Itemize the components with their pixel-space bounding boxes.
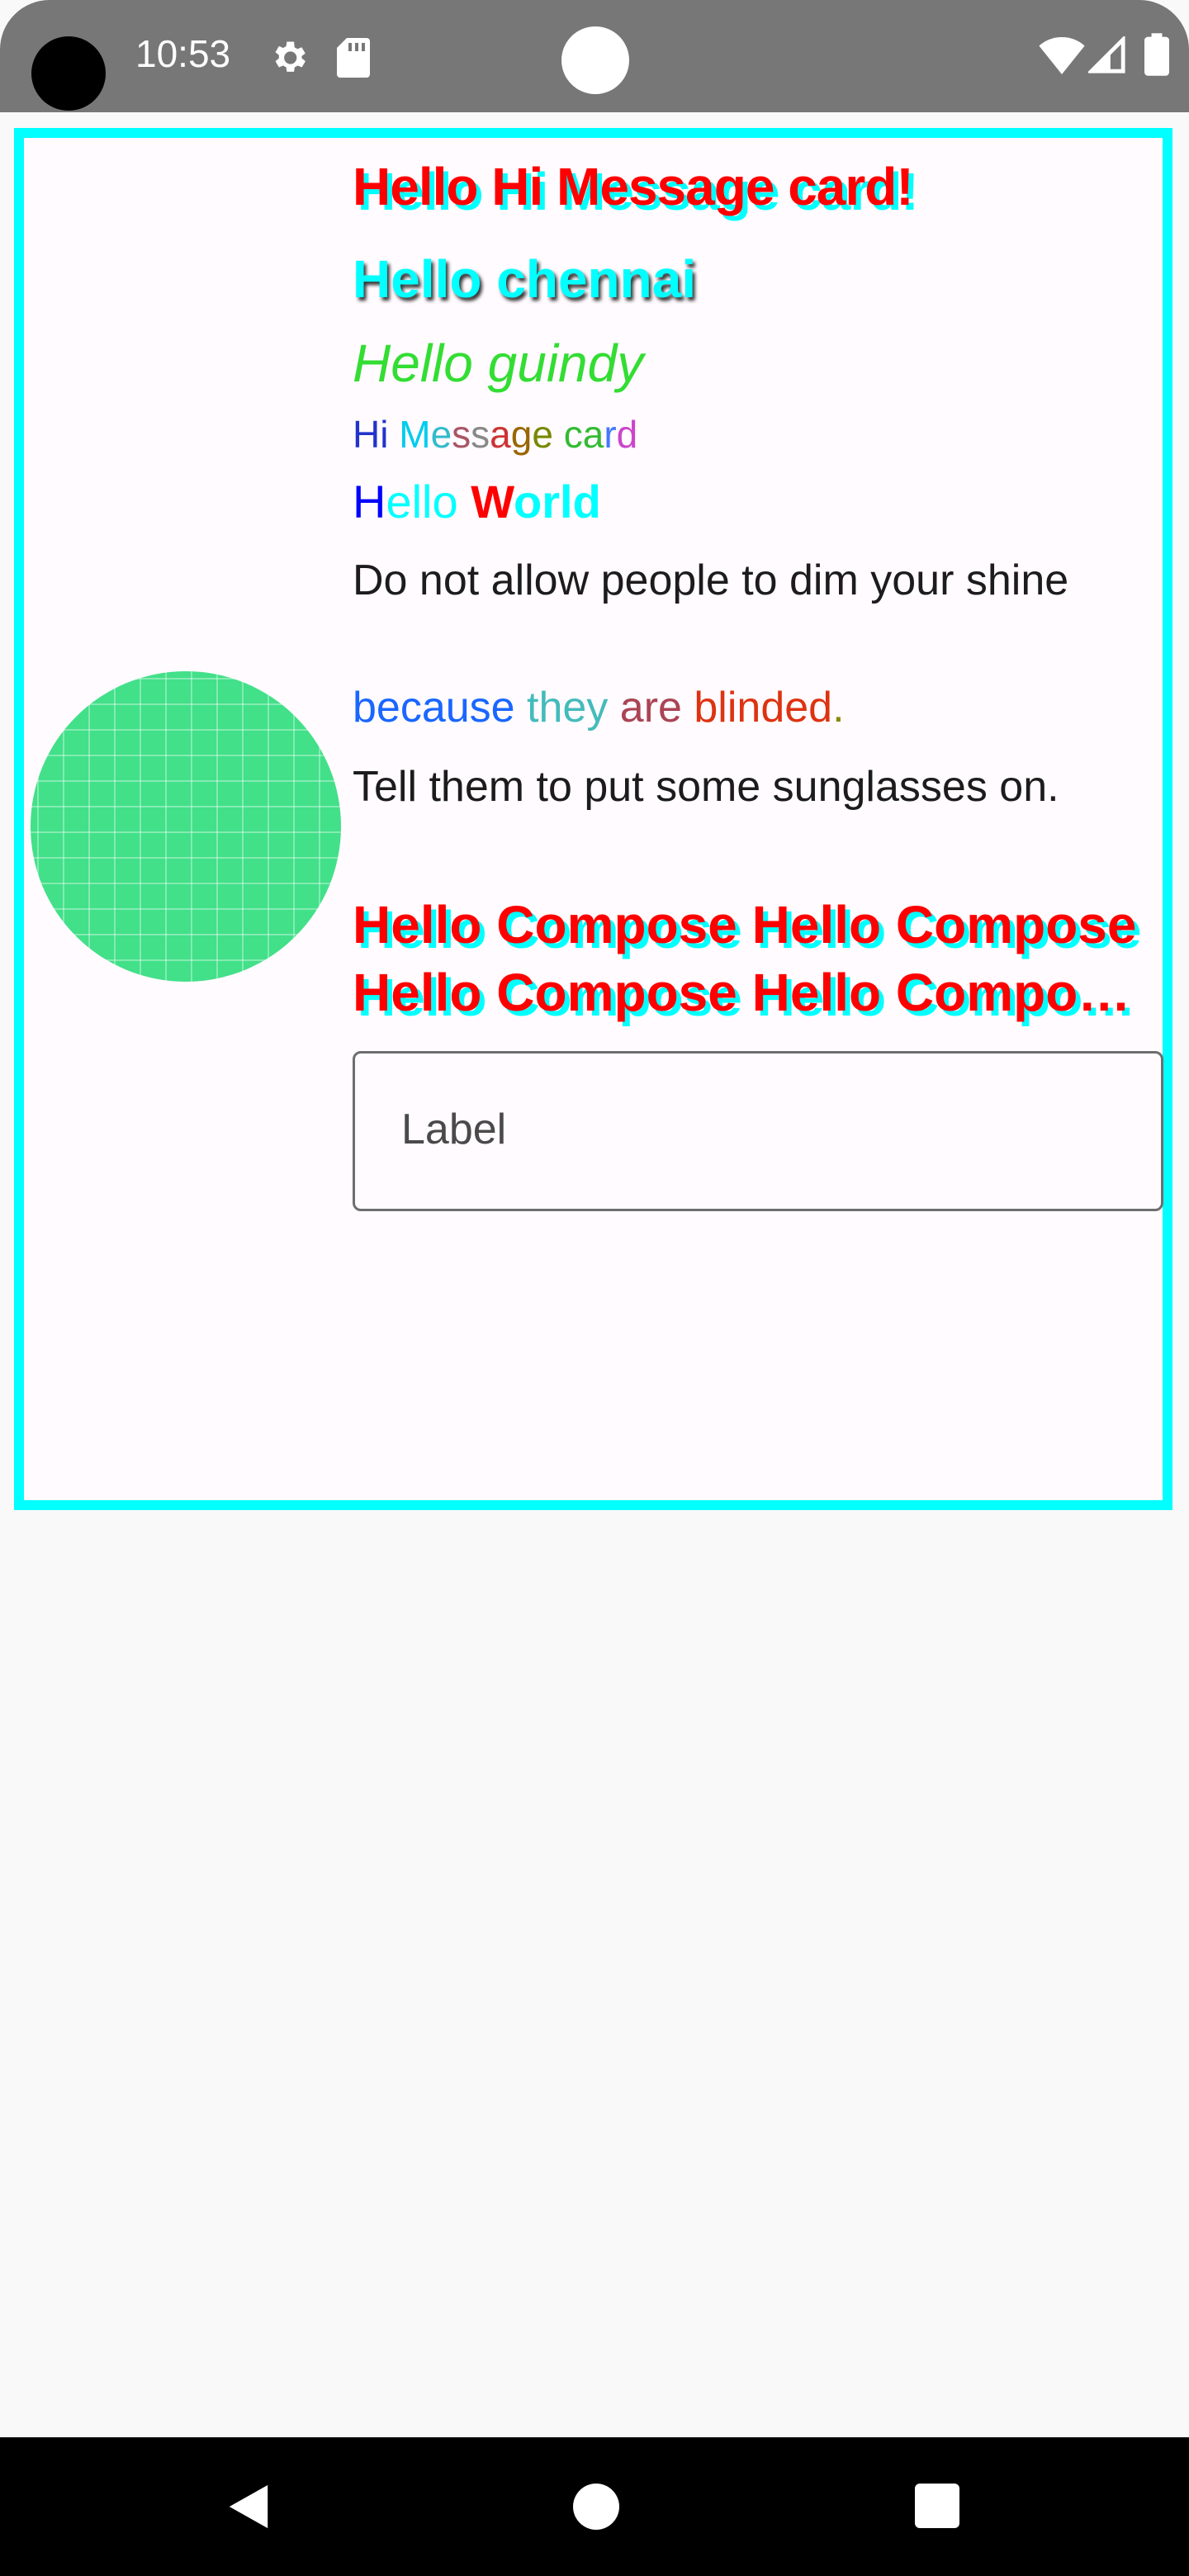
hello-world-w: W xyxy=(471,476,514,528)
quote-segment: because xyxy=(353,684,528,732)
message-card: Hello Hi Message card! Hello chennai Hel… xyxy=(14,128,1172,1510)
settings-gear-icon xyxy=(275,41,306,72)
front-camera-dot xyxy=(561,26,629,94)
sd-card-icon xyxy=(337,38,370,78)
camera-cutout xyxy=(31,36,106,111)
message-segment: e xyxy=(532,413,553,456)
message-segment: Hi xyxy=(353,413,389,456)
quote-segment: . xyxy=(832,684,845,732)
message-segment xyxy=(388,413,399,456)
back-icon[interactable] xyxy=(225,2482,272,2531)
navigation-bar xyxy=(0,2437,1189,2576)
italic-line: Hello guindy xyxy=(353,334,644,393)
message-segment: e xyxy=(430,413,452,456)
status-time: 10:53 xyxy=(135,32,231,75)
signal-icon xyxy=(1088,36,1125,73)
battery-icon xyxy=(1144,33,1169,76)
hello-world-ello: ello xyxy=(386,476,471,528)
message-segment: s xyxy=(471,413,490,456)
hello-world-text: Hello World xyxy=(353,475,601,528)
quote-segment: blinded xyxy=(694,684,833,732)
message-segment: c xyxy=(563,413,583,456)
hello-world-orld: orld xyxy=(514,476,601,528)
wifi-icon xyxy=(1039,36,1085,74)
card-subtitle: Hello chennai xyxy=(353,249,697,309)
quote-line-3: Tell them to put some sunglasses on. xyxy=(353,763,1059,811)
quote-line-2-gradient: because they are blinded. xyxy=(353,683,845,732)
text-field-label: Label xyxy=(401,1106,507,1153)
rainbow-message: Hi Message card xyxy=(353,412,637,457)
quote-segment: are xyxy=(619,684,694,732)
hello-world-h: H xyxy=(353,476,386,528)
home-icon[interactable] xyxy=(573,2484,619,2530)
label-text-field[interactable]: Label xyxy=(353,1051,1163,1211)
message-segment xyxy=(553,413,564,456)
card-title: Hello Hi Message card! xyxy=(353,157,914,216)
message-segment: g xyxy=(510,413,533,456)
message-segment: d xyxy=(616,413,638,456)
message-segment: M xyxy=(399,413,431,456)
profile-image-circle xyxy=(31,671,341,982)
message-segment: a xyxy=(490,413,511,456)
message-segment: r xyxy=(604,413,617,456)
quote-segment: they xyxy=(527,684,620,732)
status-bar: 10:53 xyxy=(0,0,1189,112)
compose-repeated-text: Hello Compose Hello Compose Hello Compos… xyxy=(353,895,1137,1022)
quote-line-1: Do not allow people to dim your shine xyxy=(353,556,1069,604)
recents-icon[interactable] xyxy=(915,2484,959,2528)
message-segment: a xyxy=(582,413,604,456)
message-segment: s xyxy=(452,413,471,456)
